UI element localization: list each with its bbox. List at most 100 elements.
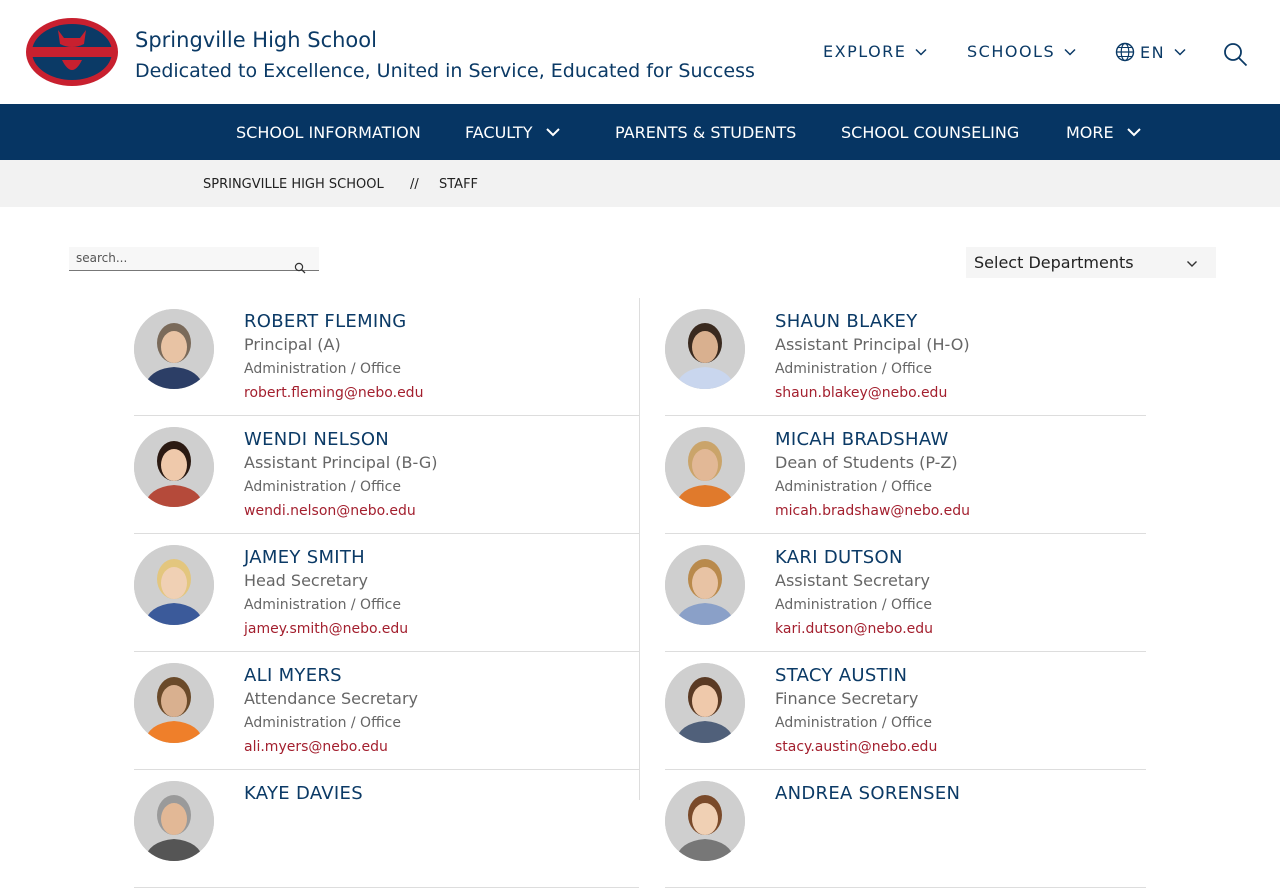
staff-department: Administration / Office [775, 715, 932, 731]
staff-title: Assistant Principal (B-G) [244, 453, 438, 472]
staff-name[interactable]: WENDI NELSON [244, 430, 437, 450]
person-icon [665, 427, 745, 507]
staff-name[interactable]: MICAH BRADSHAW [775, 430, 970, 450]
nav-label: SCHOOL INFORMATION [236, 122, 421, 142]
main-navigation: SCHOOL INFORMATION FACULTY PARENTS & STU… [0, 104, 1280, 160]
school-logo[interactable] [24, 16, 120, 88]
person-icon [665, 545, 745, 625]
nav-faculty[interactable]: FACULTY [465, 104, 561, 160]
explore-menu[interactable]: EXPLORE [823, 42, 928, 61]
staff-card: MICAH BRADSHAW Dean of Students (P-Z) Admi… [665, 416, 1146, 534]
staff-name[interactable]: ROBERT FLEMING [244, 312, 423, 332]
chevron-down-icon [545, 128, 560, 137]
nav-parents-students[interactable]: PARENTS & STUDENTS [615, 104, 796, 160]
staff-email[interactable]: robert.fleming@nebo.edu [244, 384, 423, 402]
staff-photo [665, 309, 745, 389]
staff-name[interactable]: ALI MYERS [244, 666, 418, 686]
chevron-down-icon [915, 48, 927, 56]
person-icon [134, 309, 214, 389]
globe-icon [1115, 42, 1135, 62]
staff-info: MICAH BRADSHAW Dean of Students (P-Z) Admi… [775, 430, 970, 520]
staff-card: KAYE DAVIES [134, 770, 639, 888]
language-menu[interactable]: EN [1115, 42, 1187, 62]
staff-department: Administration / Office [244, 361, 401, 377]
staff-card: ROBERT FLEMING Principal (A) Administratio… [134, 298, 639, 416]
nav-school-counseling[interactable]: SCHOOL COUNSELING [841, 104, 1019, 160]
department-select[interactable]: Select Departments [966, 247, 1216, 278]
staff-department: Administration / Office [775, 479, 932, 495]
staff-info: STACY AUSTIN Finance Secretary Administrat… [775, 666, 937, 756]
staff-name[interactable]: STACY AUSTIN [775, 666, 937, 686]
staff-email[interactable]: shaun.blakey@nebo.edu [775, 384, 970, 402]
staff-title: Attendance Secretary [244, 689, 419, 708]
staff-name[interactable]: JAMEY SMITH [244, 548, 408, 568]
staff-card: ANDREA SORENSEN [665, 770, 1146, 888]
schools-menu[interactable]: SCHOOLS [967, 42, 1077, 61]
staff-title: Assistant Secretary [775, 571, 930, 590]
nav-label: FACULTY [465, 122, 533, 142]
staff-info: KARI DUTSON Assistant Secretary Administra… [775, 548, 933, 638]
language-label: EN [1140, 42, 1166, 62]
person-icon [665, 781, 745, 861]
staff-department: Administration / Office [775, 361, 932, 377]
staff-email[interactable]: kari.dutson@nebo.edu [775, 620, 933, 638]
staff-info: ANDREA SORENSEN [775, 784, 960, 810]
nav-school-information[interactable]: SCHOOL INFORMATION [236, 104, 421, 160]
column-divider [639, 298, 640, 800]
staff-title: Dean of Students (P-Z) [775, 453, 958, 472]
staff-card: KARI DUTSON Assistant Secretary Administra… [665, 534, 1146, 652]
school-tagline: Dedicated to Excellence, United in Servi… [135, 60, 755, 82]
search-input[interactable] [76, 250, 286, 266]
nav-label: SCHOOL COUNSELING [841, 122, 1020, 142]
staff-email[interactable]: jamey.smith@nebo.edu [244, 620, 408, 638]
staff-email[interactable]: wendi.nelson@nebo.edu [244, 502, 437, 520]
staff-photo [665, 781, 745, 861]
chevron-down-icon [1126, 128, 1141, 137]
search-icon[interactable] [294, 262, 306, 274]
breadcrumb-current: STAFF [439, 177, 479, 192]
breadcrumb: SPRINGVILLE HIGH SCHOOL // STAFF [0, 160, 1280, 207]
staff-search [69, 247, 319, 274]
school-name[interactable]: Springville High School [135, 28, 377, 52]
staff-title: Principal (A) [244, 335, 341, 354]
staff-card: JAMEY SMITH Head Secretary Administration … [134, 534, 639, 652]
staff-name[interactable]: KARI DUTSON [775, 548, 933, 568]
nav-label: PARENTS & STUDENTS [615, 122, 797, 142]
staff-title: Assistant Principal (H-O) [775, 335, 970, 354]
breadcrumb-home[interactable]: SPRINGVILLE HIGH SCHOOL [203, 177, 384, 192]
staff-photo [134, 427, 214, 507]
nav-label: MORE [1066, 122, 1114, 142]
staff-card: SHAUN BLAKEY Assistant Principal (H-O) Adm… [665, 298, 1146, 416]
staff-email[interactable]: micah.bradshaw@nebo.edu [775, 502, 970, 520]
chevron-down-icon [1174, 48, 1186, 56]
staff-card: ALI MYERS Attendance Secretary Administrat… [134, 652, 639, 770]
staff-email[interactable]: stacy.austin@nebo.edu [775, 738, 937, 756]
schools-label: SCHOOLS [967, 42, 1056, 61]
staff-photo [134, 663, 214, 743]
staff-photo [134, 545, 214, 625]
chevron-down-icon [1064, 48, 1076, 56]
staff-name[interactable]: KAYE DAVIES [244, 784, 363, 804]
department-select-value: Select Departments [974, 253, 1134, 272]
person-icon [665, 663, 745, 743]
staff-department: Administration / Office [244, 479, 401, 495]
search-icon[interactable] [1222, 41, 1248, 67]
person-icon [134, 663, 214, 743]
explore-label: EXPLORE [823, 42, 907, 61]
staff-name[interactable]: SHAUN BLAKEY [775, 312, 970, 332]
staff-title: Finance Secretary [775, 689, 919, 708]
staff-info: JAMEY SMITH Head Secretary Administration … [244, 548, 408, 638]
person-icon [665, 309, 745, 389]
staff-photo [665, 663, 745, 743]
staff-department: Administration / Office [775, 597, 932, 613]
staff-name[interactable]: ANDREA SORENSEN [775, 784, 960, 804]
staff-info: ALI MYERS Attendance Secretary Administrat… [244, 666, 418, 756]
staff-email[interactable]: ali.myers@nebo.edu [244, 738, 418, 756]
staff-info: WENDI NELSON Assistant Principal (B-G) Adm… [244, 430, 437, 520]
breadcrumb-separator: // [410, 177, 419, 192]
staff-photo [134, 309, 214, 389]
staff-photo [665, 427, 745, 507]
person-icon [134, 545, 214, 625]
nav-more[interactable]: MORE [1066, 104, 1142, 160]
staff-photo [665, 545, 745, 625]
